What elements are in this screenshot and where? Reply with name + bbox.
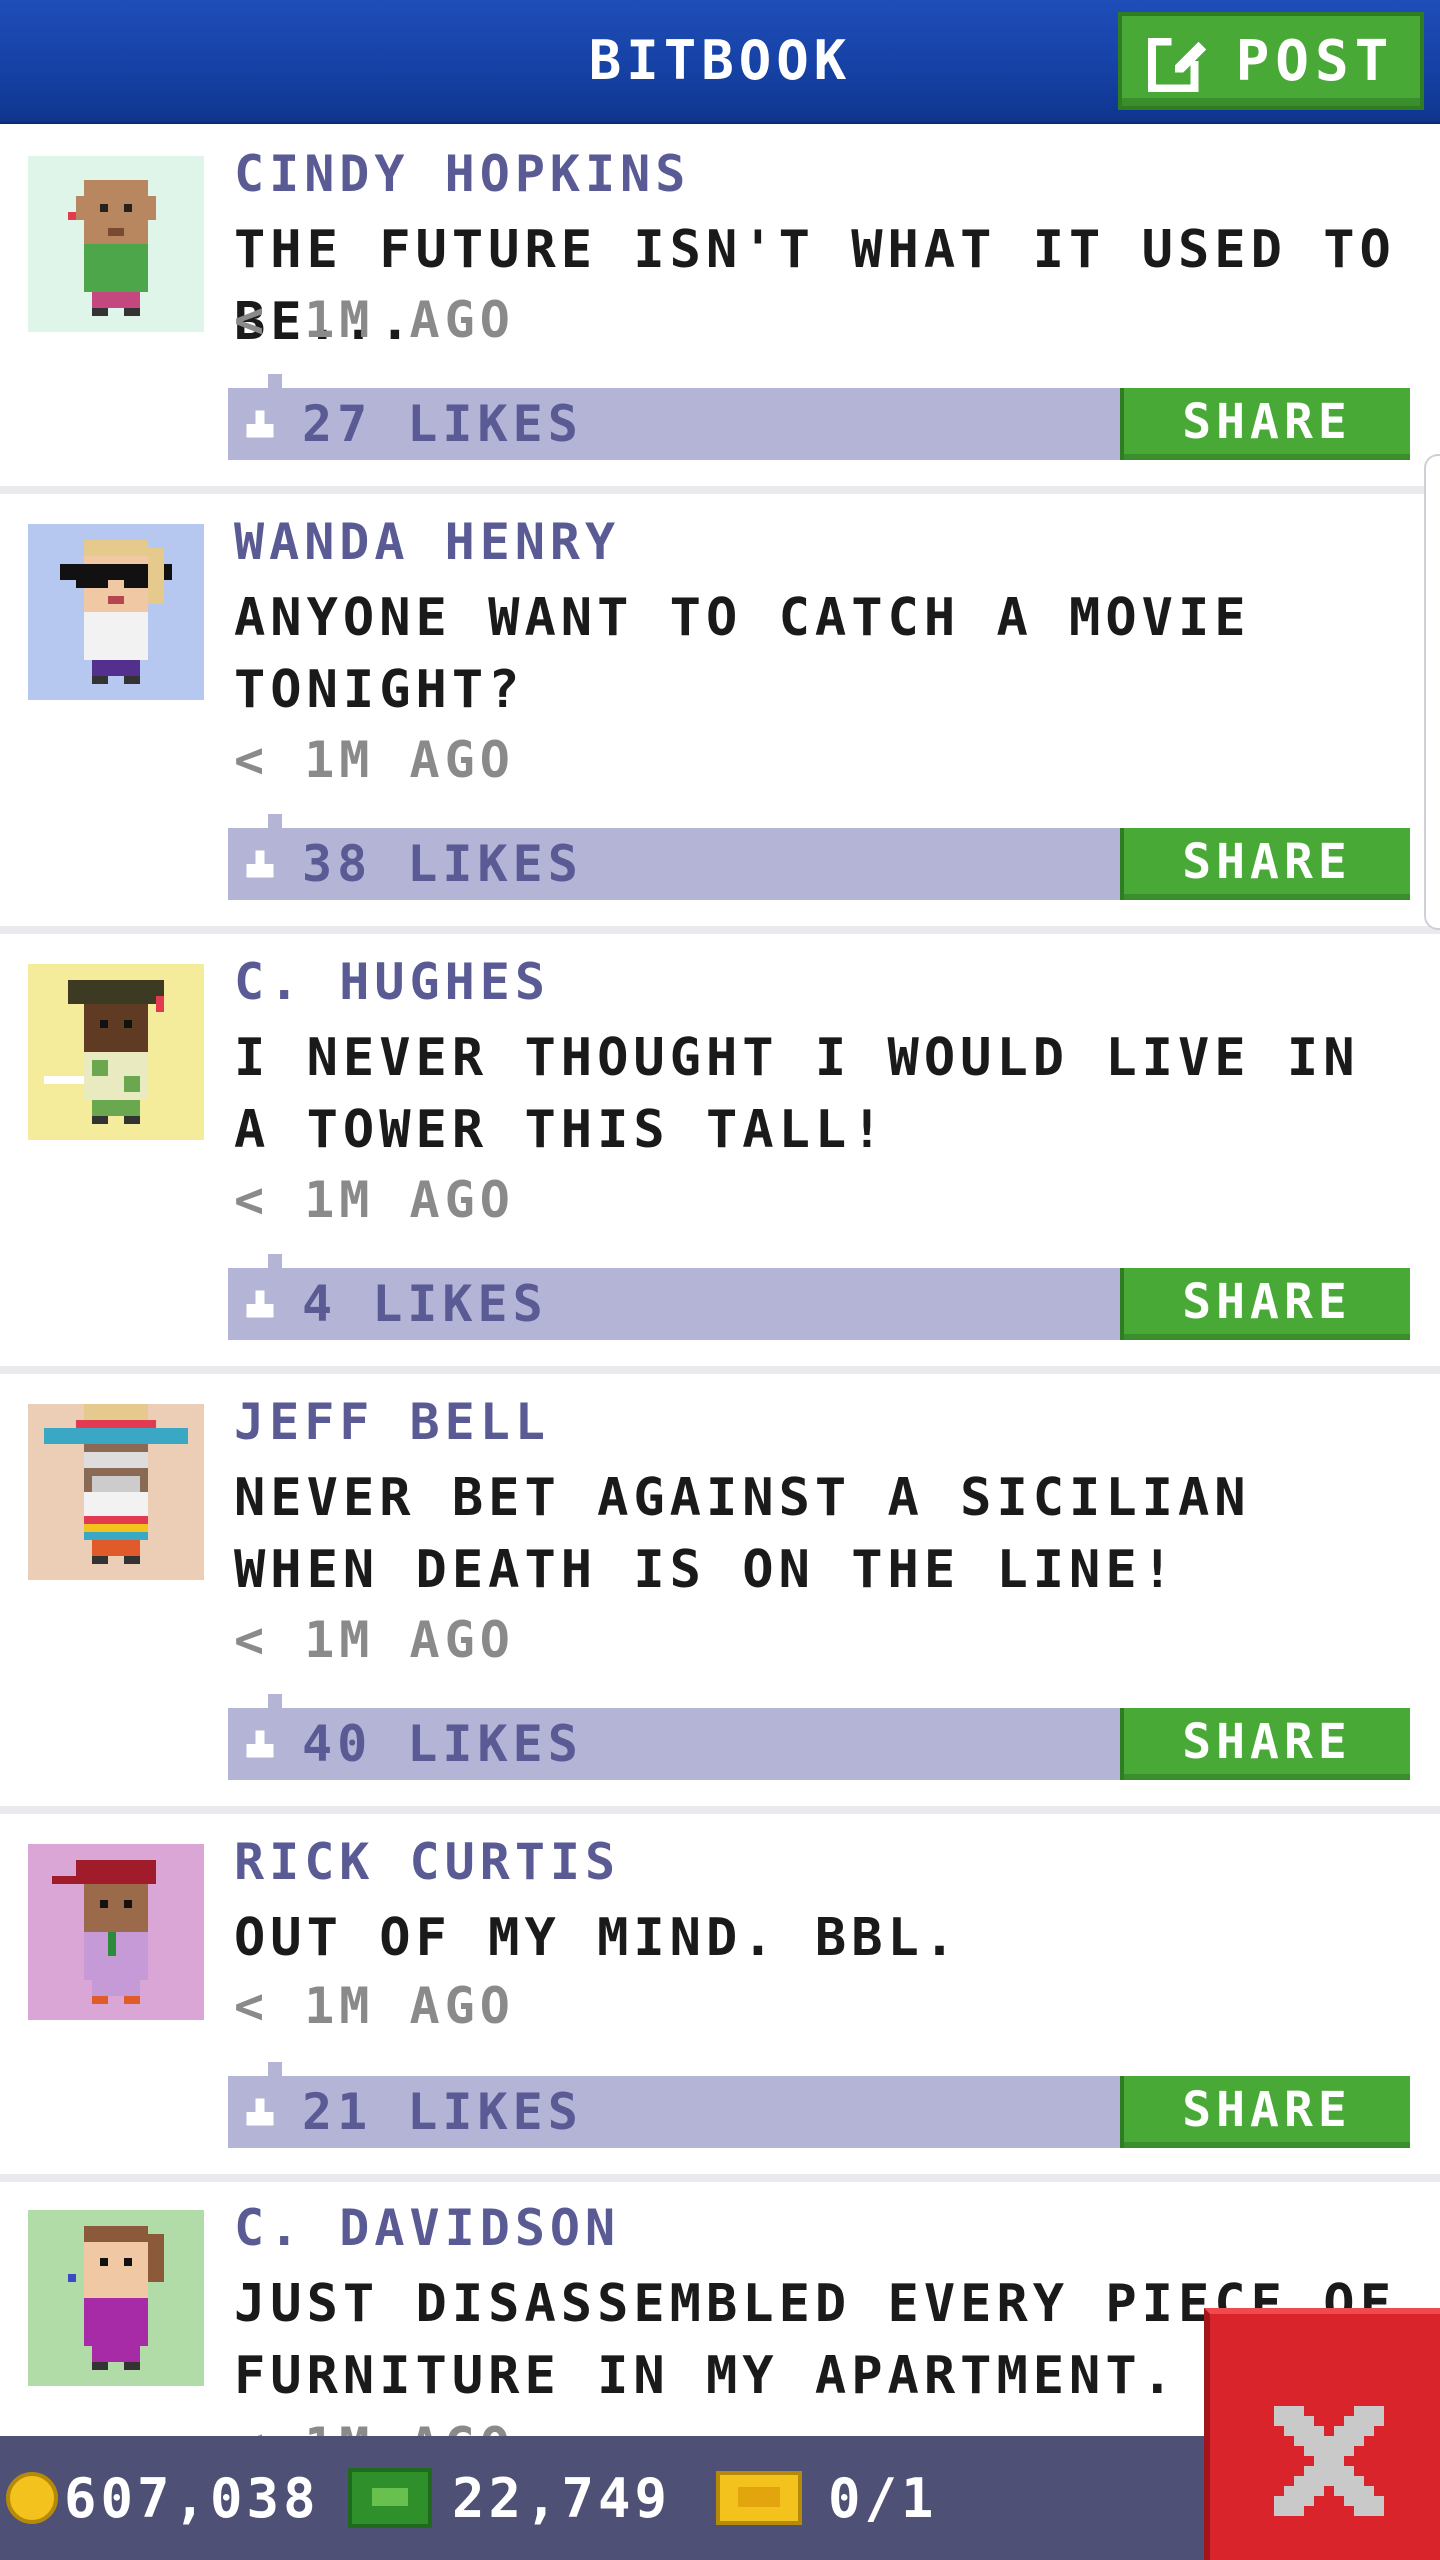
coins-value: 607,038 [64,2466,320,2530]
post-timestamp: < 1M AGO [234,731,515,789]
bux-value: 22,749 [452,2466,672,2530]
likes-bar: 4 LIKES SHARE [228,1254,1410,1340]
thumbs-up-icon[interactable] [242,846,278,882]
post-author[interactable]: C. HUGHES [234,952,550,1012]
post-timestamp: < 1M AGO [234,1171,515,1229]
scrollbar[interactable] [1424,454,1440,930]
divider [0,1806,1440,1814]
avatar[interactable] [28,1844,204,2020]
divider [0,2174,1440,2182]
post-button[interactable]: POST [1118,12,1424,110]
ticket-icon [716,2471,802,2525]
likes-count: 21 LIKES [302,2083,583,2141]
post-author[interactable]: CINDY HOPKINS [234,144,690,204]
post-author[interactable]: WANDA HENRY [234,512,620,572]
share-button[interactable]: SHARE [1120,1708,1410,1780]
edit-icon [1147,30,1210,92]
close-button[interactable] [1204,2308,1440,2560]
avatar[interactable] [28,964,204,1140]
likes-bar: 21 LIKES SHARE [228,2062,1410,2148]
post-author[interactable]: JEFF BELL [234,1392,550,1452]
coins-stat: 607,038 [6,2436,320,2560]
bux-icon [348,2468,432,2528]
thumbs-up-icon[interactable] [242,406,278,442]
likes-bar: 40 LIKES SHARE [228,1694,1410,1780]
post-button-label: POST [1235,28,1395,94]
post-message: NEVER BET AGAINST A SICILIAN WHEN DEATH … [234,1468,1251,1600]
thumbs-up-icon[interactable] [242,1286,278,1322]
likes-count: 27 LIKES [302,395,583,453]
avatar[interactable] [28,156,204,332]
thumbs-up-icon[interactable] [242,2094,278,2130]
tickets-stat: 0/1 [716,2436,938,2560]
divider [0,1366,1440,1374]
likes-count: 40 LIKES [302,1715,583,1773]
bux-stat: 22,749 [348,2436,671,2560]
app-header: BITBOOK POST [0,0,1440,124]
post-timestamp: < 1M AGO [234,291,515,349]
share-button[interactable]: SHARE [1120,828,1410,900]
avatar[interactable] [28,1404,204,1580]
close-icon [1274,2406,1384,2516]
post-timestamp: < 1M AGO [234,1977,515,2035]
post-author[interactable]: C. DAVIDSON [234,2198,620,2258]
divider [0,486,1440,494]
coin-icon [6,2472,58,2524]
share-button[interactable]: SHARE [1120,388,1410,460]
likes-count: 38 LIKES [302,835,583,893]
share-button[interactable]: SHARE [1120,1268,1410,1340]
post-author[interactable]: RICK CURTIS [234,1832,620,1892]
post-timestamp: < 1M AGO [234,1611,515,1669]
divider [0,926,1440,934]
thumbs-up-icon[interactable] [242,1726,278,1762]
avatar[interactable] [28,2210,204,2386]
likes-count: 4 LIKES [302,1275,548,1333]
avatar[interactable] [28,524,204,700]
post-message: ANYONE WANT TO CATCH A MOVIE TONIGHT? [234,588,1251,720]
share-button[interactable]: SHARE [1120,2076,1410,2148]
likes-bar: 38 LIKES SHARE [228,814,1410,900]
tickets-value: 0/1 [828,2466,938,2530]
likes-bar: 27 LIKES SHARE [228,374,1410,460]
post-message: I NEVER THOUGHT I WOULD LIVE IN A TOWER … [234,1028,1360,1160]
post-message: OUT OF MY MIND. BBL. [234,1908,961,1968]
